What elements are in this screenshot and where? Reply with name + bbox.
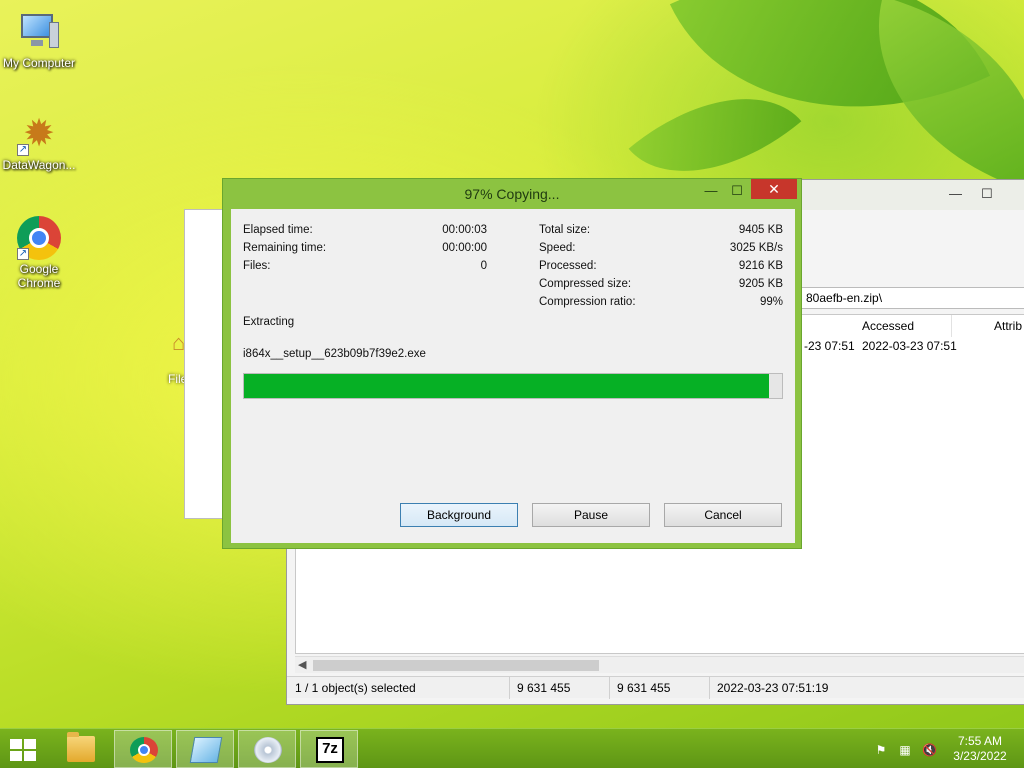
dialog-body: Elapsed time: 00:00:03 Remaining time: 0… [231,209,795,543]
notebook-icon [189,737,223,763]
taskbar: 7z ⚑ ▦ 🔇 7:55 AM 3/23/2022 [0,728,1024,768]
status-selected: 1 / 1 object(s) selected [295,681,416,695]
7zip-icon: 7z [316,737,344,763]
desktop-icon-my-computer[interactable]: My Computer [0,10,79,70]
address-bar[interactable]: 80aefb-en.zip\ [801,287,1024,309]
cancel-button[interactable]: Cancel [664,503,782,527]
desktop-icon-datawagon[interactable]: ✹ ↗ DataWagon... [0,112,79,172]
horizontal-scrollbar[interactable]: ◀ [295,656,1024,673]
total-size-value: 9405 KB [738,224,783,236]
speed-label: Speed: [539,242,576,254]
status-packed-size: 9 631 455 [617,681,671,695]
files-label: Files: [243,260,271,272]
column-header-accessed[interactable]: Accessed [856,315,952,337]
compressed-size-value: 9205 KB [738,278,783,290]
background-button[interactable]: Background [400,503,518,527]
desktop-icon-label: Google Chrome [17,262,61,290]
shortcut-arrow-icon: ↗ [17,144,29,156]
datawagon-icon: ✹ ↗ [17,113,55,156]
system-clock[interactable]: 7:55 AM 3/23/2022 [944,734,1016,764]
status-bar: 1 / 1 object(s) selected 9 631 455 9 631… [287,676,1024,699]
close-icon[interactable]: ✕ [751,179,797,199]
disc-icon [254,737,282,763]
desktop-icon-label: My Computer [2,56,76,70]
files-value: 0 [480,260,487,272]
folder-icon [67,732,95,762]
remaining-time-label: Remaining time: [243,242,327,254]
operation-label: Extracting [243,316,295,328]
total-size-label: Total size: [539,224,591,236]
volume-muted-icon[interactable]: 🔇 [922,743,937,757]
clock-time: 7:55 AM [957,734,1003,748]
taskbar-disc-app[interactable] [238,730,296,768]
column-header-attributes[interactable]: Attrib [952,315,1024,337]
maximize-icon[interactable]: ☐ [725,183,749,201]
compression-ratio-value: 99% [759,296,783,308]
minimize-icon[interactable]: — [949,186,962,201]
scrollbar-thumb[interactable] [313,660,599,671]
computer-icon [17,10,61,54]
chrome-icon [130,737,158,763]
taskbar-chrome[interactable] [114,730,172,768]
progress-bar [243,373,783,399]
elapsed-time-value: 00:00:03 [442,224,487,236]
current-file-name: i864x__setup__623b09b7f39e2.exe [243,348,426,360]
row-accessed: 2022-03-23 07:51 [862,339,957,353]
chrome-icon: ↗ [17,216,61,260]
remaining-time-value: 00:00:00 [442,242,487,254]
clock-date: 3/23/2022 [953,749,1007,763]
taskbar-file-explorer[interactable] [52,730,110,768]
start-button[interactable] [8,737,36,761]
pause-button[interactable]: Pause [532,503,650,527]
scroll-left-icon[interactable]: ◀ [298,658,306,671]
status-size: 9 631 455 [517,681,571,695]
elapsed-time-label: Elapsed time: [243,224,313,236]
progress-bar-fill [244,374,769,398]
compression-ratio-label: Compression ratio: [539,296,636,308]
action-center-flag-icon[interactable]: ⚑ [874,743,888,757]
taskbar-7zip[interactable]: 7z [300,730,358,768]
minimize-icon[interactable]: — [699,183,723,201]
desktop-icon-label: DataWagon... [2,158,76,172]
processed-label: Processed: [539,260,597,272]
maximize-icon[interactable]: ☐ [981,186,993,202]
shortcut-arrow-icon: ↗ [17,248,29,260]
compressed-size-label: Compressed size: [539,278,632,290]
desktop-icon-google-chrome[interactable]: ↗ Google Chrome [0,216,79,290]
background-window-partial[interactable] [184,209,224,519]
network-icon[interactable]: ▦ [898,743,912,757]
processed-value: 9216 KB [738,260,783,272]
row-modified-partial: -23 07:51 [804,339,855,353]
status-modified: 2022-03-23 07:51:19 [717,681,829,695]
speed-value: 3025 KB/s [729,242,783,254]
copy-progress-dialog[interactable]: 97% Copying... — ☐ ✕ Elapsed time: 00:00… [222,178,802,549]
taskbar-notebook-app[interactable] [176,730,234,768]
